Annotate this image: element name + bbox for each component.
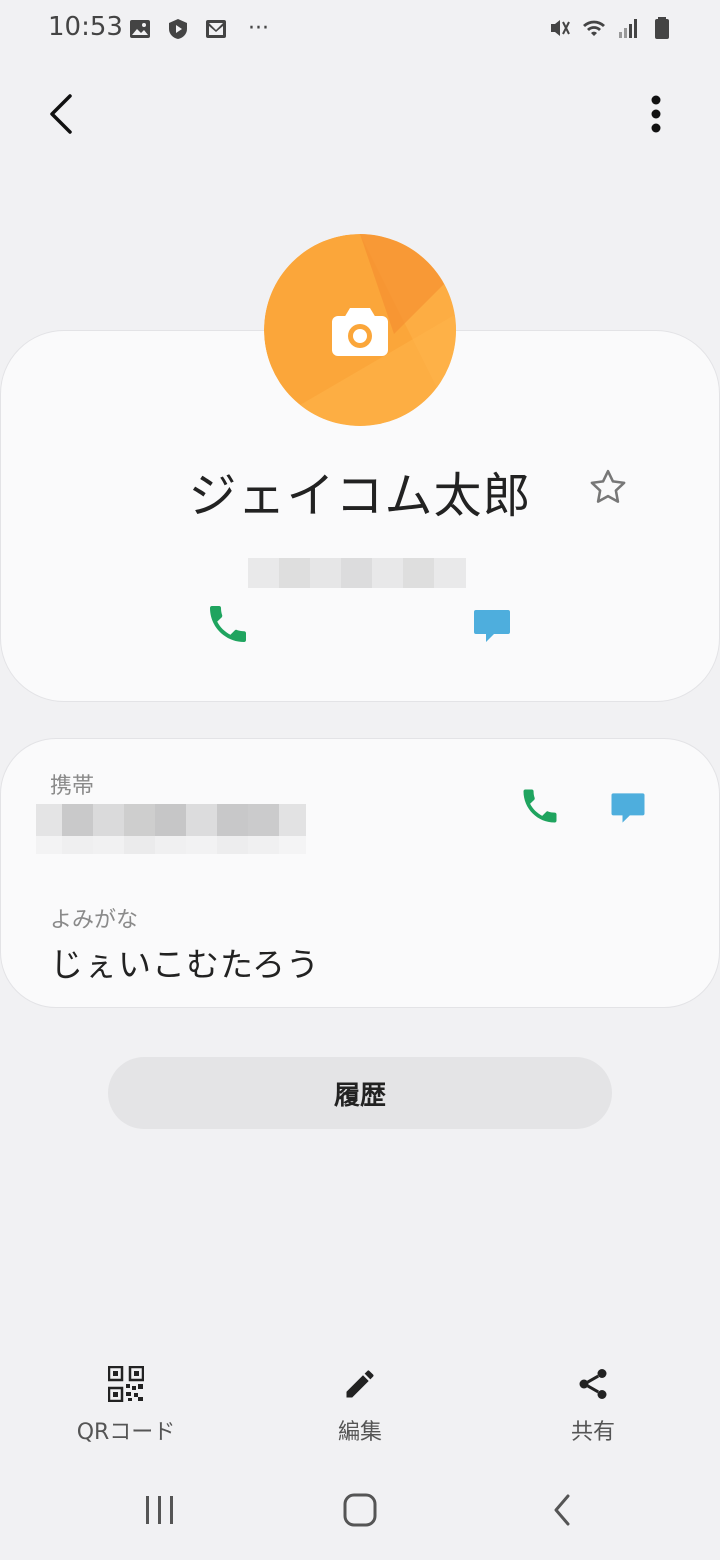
qr-code-label: QRコード	[76, 1420, 176, 1445]
more-notifications-icon: ···	[248, 16, 269, 41]
home-icon	[343, 1493, 377, 1527]
vertical-dots-icon	[651, 95, 661, 133]
mobile-call-button[interactable]	[518, 784, 562, 828]
qr-code-icon	[108, 1366, 144, 1402]
call-button[interactable]	[204, 600, 252, 648]
wifi-icon	[583, 20, 605, 36]
favorite-button[interactable]	[586, 466, 630, 510]
message-icon	[474, 610, 510, 642]
shield-icon	[169, 18, 187, 39]
history-button[interactable]: 履歴	[108, 1057, 612, 1129]
mute-vibrate-icon	[551, 20, 570, 36]
signal-icon	[619, 19, 637, 38]
nav-back-button[interactable]	[532, 1486, 592, 1534]
share-icon	[579, 1369, 607, 1399]
share-button[interactable]: 共有	[513, 1366, 673, 1446]
more-options-button[interactable]	[636, 90, 676, 140]
mobile-message-button[interactable]	[606, 786, 650, 830]
status-time: 10:53	[48, 12, 123, 42]
phone-icon	[210, 606, 246, 642]
pencil-icon	[346, 1370, 374, 1398]
chevron-left-icon	[50, 94, 72, 134]
edit-button[interactable]: 編集	[280, 1366, 440, 1446]
gallery-icon	[130, 19, 150, 38]
star-outline-icon	[590, 469, 626, 503]
home-button[interactable]	[330, 1486, 390, 1534]
back-icon	[554, 1494, 570, 1526]
redacted-phone-number	[248, 558, 466, 588]
phone-icon	[523, 789, 557, 823]
reading-label: よみがな	[50, 908, 139, 933]
qr-code-button[interactable]: QRコード	[46, 1366, 206, 1446]
share-label: 共有	[570, 1420, 615, 1445]
contact-name: ジェイコム太郎	[188, 468, 532, 524]
mail-icon	[206, 19, 226, 38]
reading-value: じぇいこむたろう	[50, 945, 321, 984]
back-button[interactable]	[38, 88, 88, 138]
edit-label: 編集	[337, 1420, 382, 1445]
recents-icon	[146, 1496, 173, 1524]
battery-icon	[655, 17, 669, 39]
message-button[interactable]	[468, 602, 516, 650]
status-bar: 10:53 ···	[0, 0, 720, 60]
message-icon	[611, 793, 645, 823]
mobile-label: 携帯	[50, 774, 95, 799]
redacted-mobile-number	[36, 804, 306, 836]
recents-button[interactable]	[130, 1486, 190, 1534]
contact-avatar[interactable]	[264, 234, 456, 426]
